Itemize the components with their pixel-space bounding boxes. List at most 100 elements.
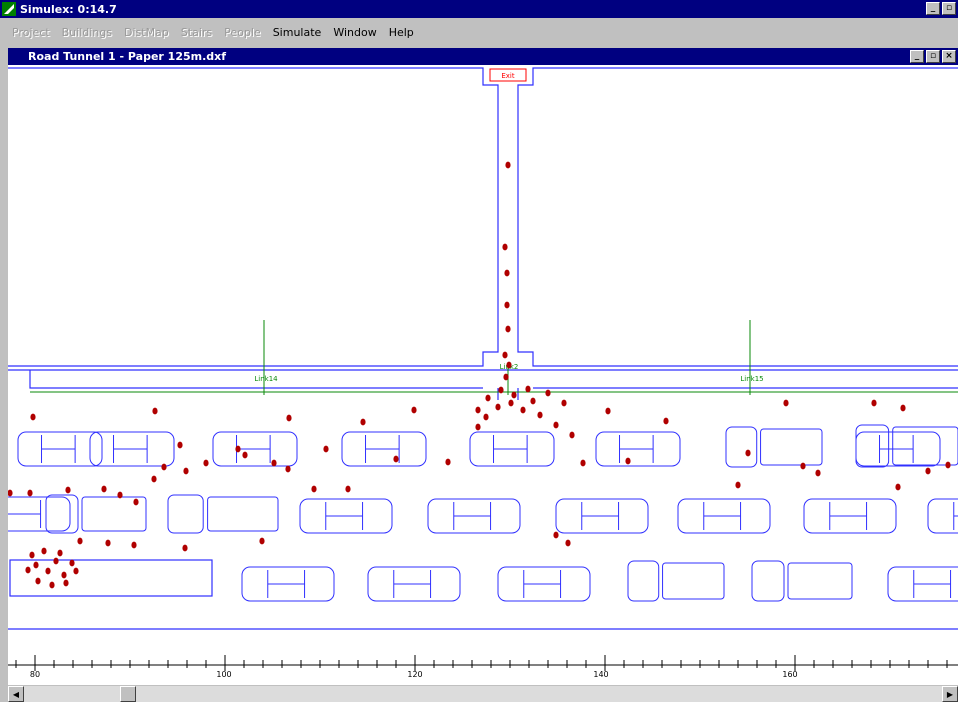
person-dot xyxy=(900,404,906,412)
ruler-label: 80 xyxy=(30,670,40,679)
person-dot xyxy=(323,445,329,453)
person-dot xyxy=(508,399,514,407)
person-dot xyxy=(235,445,241,453)
ruler-label: 120 xyxy=(407,670,422,679)
link-label-right: Link15 xyxy=(740,375,763,383)
person-dot xyxy=(663,417,669,425)
person-dot xyxy=(815,469,821,477)
person-dot xyxy=(783,399,789,407)
truck-cab xyxy=(751,560,785,602)
person-dot xyxy=(735,481,741,489)
person-dot xyxy=(475,423,481,431)
exit-label: Exit xyxy=(501,72,515,80)
people xyxy=(8,161,951,589)
person-dot xyxy=(177,441,183,449)
person-dot xyxy=(35,577,41,585)
person-dot xyxy=(131,541,137,549)
truck-trailer xyxy=(892,426,958,466)
person-dot xyxy=(53,557,59,565)
menu-window[interactable]: Window xyxy=(333,26,376,39)
person-dot xyxy=(393,455,399,463)
plan-canvas[interactable]: Exit Link14 Link2 Link15 80 100 120 140 … xyxy=(8,65,958,685)
wall-segment xyxy=(517,67,958,367)
person-dot xyxy=(25,566,31,574)
person-dot xyxy=(553,531,559,539)
scroll-thumb[interactable] xyxy=(120,686,136,702)
person-dot xyxy=(525,385,531,393)
person-dot xyxy=(485,394,491,402)
person-dot xyxy=(203,459,209,467)
person-dot xyxy=(871,399,877,407)
menu-stairs[interactable]: Stairs xyxy=(181,26,212,39)
car xyxy=(299,498,393,534)
person-dot xyxy=(63,579,69,587)
person-dot xyxy=(520,406,526,414)
menu-people[interactable]: People xyxy=(224,26,261,39)
person-dot xyxy=(553,421,559,429)
menu-distmap[interactable]: DistMap xyxy=(124,26,169,39)
person-dot xyxy=(580,459,586,467)
ruler-label: 100 xyxy=(216,670,231,679)
person-dot xyxy=(286,414,292,422)
app-minimize-button[interactable]: _ xyxy=(926,2,940,15)
truck-trailer xyxy=(207,496,279,532)
person-dot xyxy=(77,537,83,545)
person-dot xyxy=(504,269,510,277)
app-restore-button[interactable]: ▫ xyxy=(942,2,956,15)
person-dot xyxy=(242,451,248,459)
person-dot xyxy=(311,485,317,493)
truck xyxy=(167,494,279,534)
person-dot xyxy=(561,399,567,407)
menu-bar: Project Buildings DistMap Stairs People … xyxy=(0,18,958,46)
person-dot xyxy=(360,418,366,426)
distance-ruler: 80 100 120 140 160 xyxy=(8,655,958,679)
car xyxy=(803,498,897,534)
document-close-button[interactable]: × xyxy=(942,50,956,63)
person-dot xyxy=(29,551,35,559)
truck-trailer xyxy=(662,562,725,600)
document-minimize-button[interactable]: _ xyxy=(910,50,924,63)
person-dot xyxy=(475,406,481,414)
truck-trailer xyxy=(760,428,823,466)
person-dot xyxy=(569,431,575,439)
person-dot xyxy=(945,461,951,469)
car xyxy=(469,431,555,467)
menu-help[interactable]: Help xyxy=(389,26,414,39)
car xyxy=(241,566,335,602)
person-dot xyxy=(483,413,489,421)
car xyxy=(595,431,681,467)
person-dot xyxy=(73,567,79,575)
person-dot xyxy=(117,491,123,499)
document-restore-button[interactable]: ▫ xyxy=(926,50,940,63)
person-dot xyxy=(504,301,510,309)
truck-cab xyxy=(167,494,204,534)
horizontal-scrollbar[interactable]: ◀ ▶ xyxy=(8,686,958,702)
person-dot xyxy=(161,463,167,471)
person-dot xyxy=(61,571,67,579)
tunnel-walls xyxy=(8,67,958,630)
person-dot xyxy=(49,581,55,589)
car xyxy=(497,566,591,602)
car xyxy=(17,431,103,467)
car xyxy=(427,498,521,534)
car xyxy=(89,431,175,467)
simulex-app-icon xyxy=(2,2,16,16)
scroll-left-button[interactable]: ◀ xyxy=(8,686,24,702)
person-dot xyxy=(41,547,47,555)
person-dot xyxy=(925,467,931,475)
truck xyxy=(751,560,853,602)
link-label-left: Link14 xyxy=(254,375,278,383)
menu-simulate[interactable]: Simulate xyxy=(273,26,322,39)
menu-project[interactable]: Project xyxy=(12,26,50,39)
person-dot xyxy=(151,475,157,483)
person-dot xyxy=(502,243,508,251)
person-dot xyxy=(545,389,551,397)
car xyxy=(555,498,649,534)
scroll-right-button[interactable]: ▶ xyxy=(942,686,958,702)
person-dot xyxy=(182,544,188,552)
vehicles xyxy=(8,424,958,602)
car xyxy=(677,498,771,534)
menu-buildings[interactable]: Buildings xyxy=(62,26,112,39)
person-dot xyxy=(57,549,63,557)
car xyxy=(341,431,427,467)
